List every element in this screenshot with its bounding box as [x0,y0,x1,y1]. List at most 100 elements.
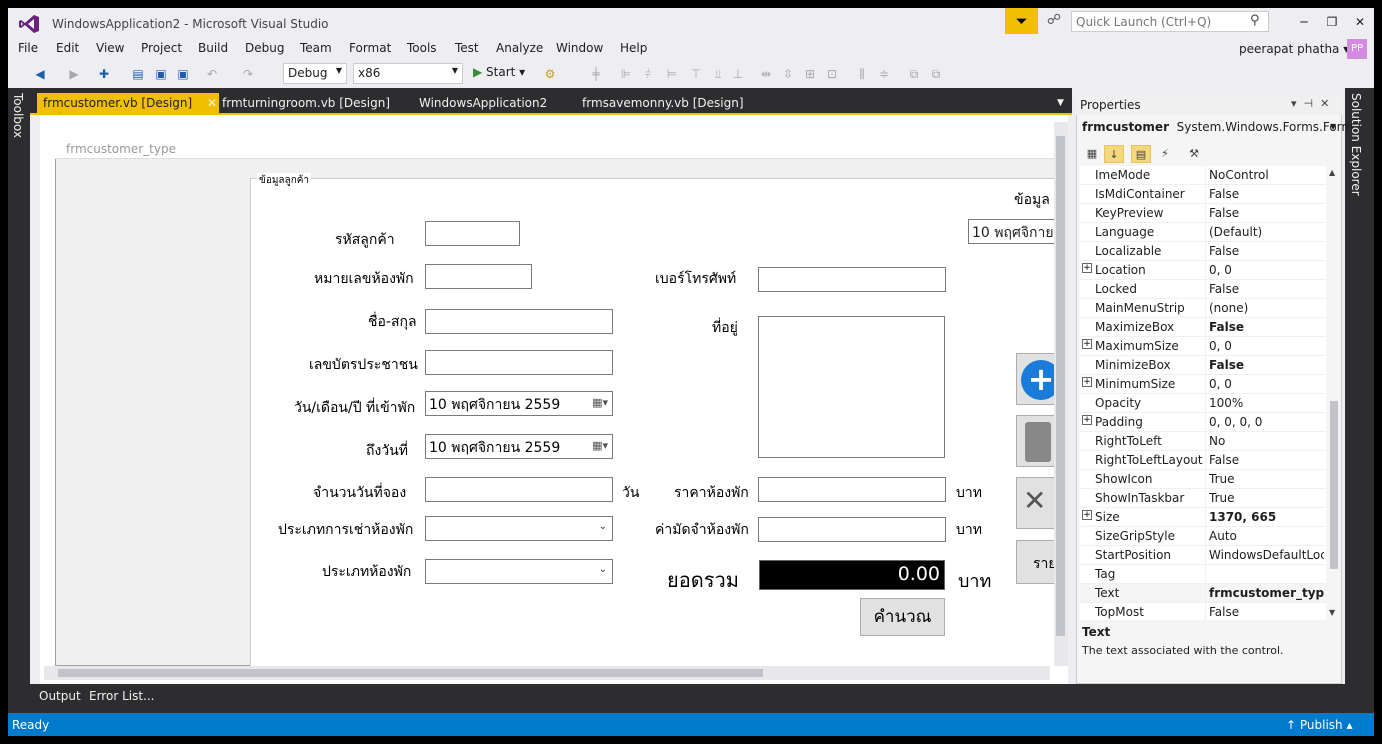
property-value[interactable]: 0, 0 [1209,377,1324,391]
align-lefts-icon[interactable]: ⊫ [618,66,634,82]
save-icon[interactable]: ▣ [153,66,169,82]
menu-window[interactable]: Window [556,41,603,55]
properties-icon[interactable]: ▤ [1131,145,1151,163]
property-value[interactable]: False [1209,358,1324,372]
property-row[interactable]: SizeGripStyle Auto [1080,527,1326,546]
property-row[interactable]: MainMenuStrip (none) [1080,299,1326,318]
property-pages-icon[interactable]: ⚒ [1184,145,1204,163]
browser-link-icon[interactable]: ⚙ [542,66,558,82]
make-same-height-icon[interactable]: ⇳ [780,66,796,82]
property-row[interactable]: + Location 0, 0 [1080,261,1326,280]
property-row[interactable]: + MinimumSize 0, 0 [1080,375,1326,394]
toolbox-tab[interactable]: Toolbox [11,93,25,138]
menu-tools[interactable]: Tools [407,41,437,55]
edit-button[interactable]: ✕ [1016,477,1056,529]
to-date-picker[interactable]: 10 พฤศจิกายน 2559 ▦▾ [425,434,613,459]
menu-format[interactable]: Format [349,41,391,55]
property-row[interactable]: Text frmcustomer_type [1080,584,1326,603]
close-button[interactable]: ✕ [1346,11,1374,33]
property-row[interactable]: MinimizeBox False [1080,356,1326,375]
room-type-select[interactable]: ⌄ [425,559,613,584]
send-to-back-icon[interactable]: ⧉ [928,66,944,82]
property-row[interactable]: MaximizeBox False [1080,318,1326,337]
property-value[interactable]: 0, 0, 0, 0 [1209,415,1324,429]
property-value[interactable]: False [1209,605,1324,619]
designer-horizontal-scroll-thumb[interactable] [58,669,763,677]
tab-frmsavemonny-design[interactable]: frmsavemonny.vb [Design] [576,93,750,113]
property-value[interactable]: False [1209,244,1324,258]
property-value[interactable]: False [1209,187,1324,201]
property-value[interactable]: frmcustomer_type [1209,586,1324,600]
scroll-up-icon[interactable]: ▲ [1329,168,1335,177]
search-icon[interactable]: ⚲ [1250,13,1260,28]
id-card-field[interactable] [425,350,613,375]
vertical-spacing-icon[interactable]: ≑ [876,66,892,82]
property-value[interactable]: True [1209,491,1324,505]
designer-vertical-scroll-thumb[interactable] [1056,136,1065,636]
add-button[interactable]: + [1016,353,1056,405]
property-value[interactable]: Auto [1209,529,1324,543]
property-row[interactable]: Locked False [1080,280,1326,299]
navigate-forward-icon[interactable]: ▶ [66,66,82,82]
publish-button[interactable]: ↑ Publish ▴ [1286,718,1352,732]
avatar[interactable]: PP [1347,39,1367,59]
chevron-down-icon[interactable]: ▼ [1330,122,1336,131]
property-row[interactable]: ShowInTaskbar True [1080,489,1326,508]
minimize-button[interactable]: ─ [1290,11,1318,33]
property-value[interactable]: No [1209,434,1324,448]
menu-debug[interactable]: Debug [245,41,284,55]
deposit-field[interactable] [758,517,946,542]
property-value[interactable]: NoControl [1209,168,1324,182]
alphabetical-icon[interactable]: ↓ [1104,145,1124,163]
align-centers-icon[interactable]: ⫩ [640,66,656,82]
properties-object-selector[interactable]: frmcustomer System.Windows.Forms.Form [1082,120,1353,134]
make-same-width-icon[interactable]: ⇹ [758,66,774,82]
property-grid-scroll-thumb[interactable] [1330,401,1338,569]
menu-project[interactable]: Project [141,41,182,55]
property-value[interactable]: False [1209,206,1324,220]
align-tops-icon[interactable]: ⊤ [688,66,704,82]
expand-icon[interactable]: + [1082,263,1092,273]
property-row[interactable]: KeyPreview False [1080,204,1326,223]
size-to-grid-icon[interactable]: ⊡ [824,66,840,82]
menu-test[interactable]: Test [455,41,479,55]
make-same-size-icon[interactable]: ⊞ [802,66,818,82]
property-row[interactable]: RightToLeftLayout False [1080,451,1326,470]
right-date-field[interactable]: 10 พฤศจิกายน [968,219,1058,244]
menu-edit[interactable]: Edit [56,41,79,55]
property-value[interactable]: (none) [1209,301,1324,315]
days-field[interactable] [425,477,613,502]
feedback-icon[interactable]: ☍ [1044,12,1064,32]
menu-file[interactable]: File [18,41,38,55]
delete-button[interactable] [1016,415,1056,467]
property-row[interactable]: Opacity 100% [1080,394,1326,413]
total-field[interactable]: 0.00 [759,560,945,590]
name-field[interactable] [425,309,613,334]
menu-build[interactable]: Build [198,41,228,55]
property-value[interactable]: WindowsDefaultLocat [1209,548,1324,562]
menu-team[interactable]: Team [300,41,332,55]
bring-to-front-icon[interactable]: ⧉ [906,66,922,82]
report-button[interactable]: ราย [1016,540,1056,584]
room-no-field[interactable] [425,264,532,289]
property-value[interactable]: 1370, 665 [1209,510,1324,524]
room-price-field[interactable] [758,477,946,502]
phone-field[interactable] [758,267,946,292]
property-row[interactable]: IsMdiContainer False [1080,185,1326,204]
open-file-icon[interactable]: ▤ [130,66,146,82]
categorized-icon[interactable]: ▦ [1082,145,1102,163]
property-row[interactable]: ShowIcon True [1080,470,1326,489]
property-value[interactable]: False [1209,320,1324,334]
property-value[interactable]: (Default) [1209,225,1324,239]
property-value[interactable]: 0, 0 [1209,339,1324,353]
tab-error-list[interactable]: Error List... [89,689,154,703]
checkin-date-picker[interactable]: 10 พฤศจิกายน 2559 ▦▾ [425,391,613,416]
align-rights-icon[interactable]: ⊨ [664,66,680,82]
expand-icon[interactable]: + [1082,377,1092,387]
menu-view[interactable]: View [96,41,124,55]
horizontal-spacing-icon[interactable]: ⫼ [854,66,870,82]
property-row[interactable]: TopMost False [1080,603,1326,622]
calendar-icon[interactable]: ▦▾ [592,396,608,409]
customer-id-field[interactable] [425,221,520,246]
property-row[interactable]: StartPosition WindowsDefaultLocat [1080,546,1326,565]
